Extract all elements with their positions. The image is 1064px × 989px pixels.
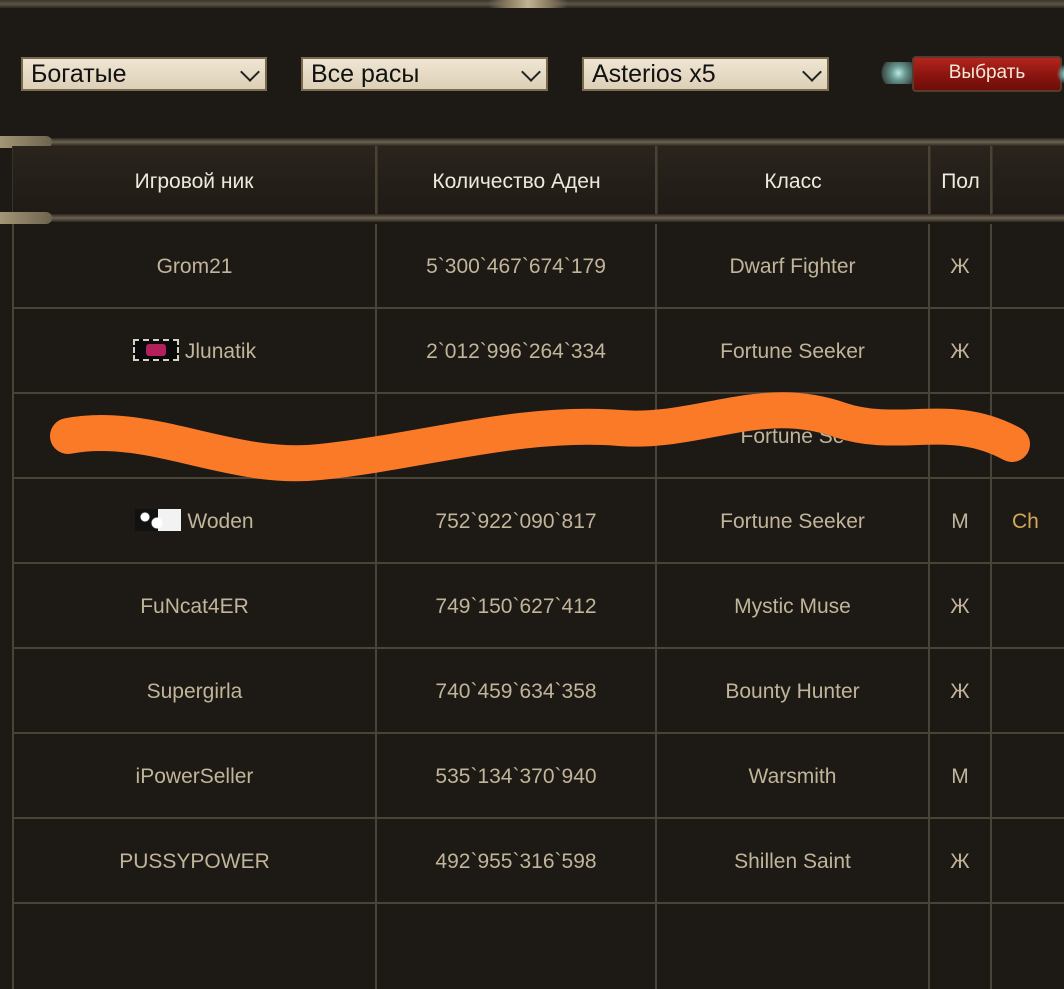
cell-gender xyxy=(930,394,992,479)
gem-ornament-icon xyxy=(878,62,912,84)
cell-gender: Ж xyxy=(930,819,992,904)
cell-extra xyxy=(992,734,1064,819)
cell-gender: М xyxy=(930,479,992,564)
cell-gender: М xyxy=(930,734,992,819)
column-header-gender[interactable]: Пол xyxy=(930,146,992,216)
cell-adena: 752`922`090`817 xyxy=(377,479,657,564)
cell-class: Shillen Saint xyxy=(657,819,930,904)
table-row: PUSSYPOWER 492`955`316`598 Shillen Saint… xyxy=(12,819,1064,904)
header-bottom-rail xyxy=(0,212,1064,224)
cell-gender: Ж xyxy=(930,224,992,309)
cell-nick[interactable]: Grom21 xyxy=(12,224,377,309)
cell-nick[interactable]: Woden xyxy=(12,479,377,564)
cell-adena: 2`012`996`264`334 xyxy=(377,309,657,394)
cell-adena: 492`955`316`598 xyxy=(377,819,657,904)
column-header-nick[interactable]: Игровой ник xyxy=(12,146,377,216)
cell-adena: 740`459`634`358 xyxy=(377,649,657,734)
nick-text: FuNcat4ER xyxy=(140,595,249,618)
header-top-rail xyxy=(0,136,1064,148)
cell-adena: 535`134`370`940 xyxy=(377,734,657,819)
cell-nick xyxy=(12,904,377,989)
submit-button-frame: Выбрать xyxy=(878,52,1064,94)
cell-nick[interactable]: Jlunatik xyxy=(12,309,377,394)
cell-extra xyxy=(992,564,1064,649)
table-row: FuNcat4ER 749`150`627`412 Mystic Muse Ж xyxy=(12,564,1064,649)
cell-extra xyxy=(992,819,1064,904)
cell-class: Warsmith xyxy=(657,734,930,819)
cell-adena: 5`300`467`674`179 xyxy=(377,224,657,309)
cell-nick[interactable]: PUSSYPOWER xyxy=(12,819,377,904)
table-row xyxy=(12,904,1064,989)
submit-button[interactable]: Выбрать xyxy=(912,56,1062,92)
cell-class: Bounty Hunter xyxy=(657,649,930,734)
nick-text: PUSSYPOWER xyxy=(119,850,270,873)
cell-nick[interactable] xyxy=(12,394,377,479)
chevron-down-icon xyxy=(521,62,541,82)
table-row: Woden 752`922`090`817 Fortune Seeker М C… xyxy=(12,479,1064,564)
column-header-extra xyxy=(992,146,1064,216)
table-header: Игровой ник Количество Аден Класс Пол xyxy=(12,146,1064,216)
cell-class: Mystic Muse xyxy=(657,564,930,649)
cell-gender: Ж xyxy=(930,309,992,394)
chevron-down-icon xyxy=(802,62,822,82)
cell-extra xyxy=(992,224,1064,309)
race-select-value: Все расы xyxy=(311,60,420,88)
table-row: Fortune Se xyxy=(12,394,1064,479)
cell-adena xyxy=(377,394,657,479)
cell-extra xyxy=(992,649,1064,734)
cell-nick[interactable]: iPowerSeller xyxy=(12,734,377,819)
cell-class: Dwarf Fighter xyxy=(657,224,930,309)
nick-text: Grom21 xyxy=(156,255,233,278)
category-select-value: Богатые xyxy=(31,60,127,88)
cell-gender xyxy=(930,904,992,989)
clan-crest-icon xyxy=(132,339,179,362)
cell-class: Fortune Seeker xyxy=(657,479,930,564)
column-header-class[interactable]: Класс xyxy=(657,146,930,216)
server-select[interactable]: Asterios x5 xyxy=(582,57,829,91)
chevron-down-icon xyxy=(240,62,260,82)
gem-ornament-icon xyxy=(1056,64,1064,84)
nick-text: iPowerSeller xyxy=(135,765,254,788)
clan-crest-icon xyxy=(135,509,182,532)
table-row: iPowerSeller 535`134`370`940 Warsmith М xyxy=(12,734,1064,819)
category-select[interactable]: Богатые xyxy=(21,57,267,91)
cell-extra xyxy=(992,309,1064,394)
nick-text: Woden xyxy=(187,510,254,533)
cell-class xyxy=(657,904,930,989)
cell-extra xyxy=(992,394,1064,479)
cell-adena xyxy=(377,904,657,989)
cell-class: Fortune Seeker xyxy=(657,309,930,394)
cell-adena: 749`150`627`412 xyxy=(377,564,657,649)
table-row: Jlunatik 2`012`996`264`334 Fortune Seeke… xyxy=(12,309,1064,394)
table-row: Supergirla 740`459`634`358 Bounty Hunter… xyxy=(12,649,1064,734)
cell-nick[interactable]: Supergirla xyxy=(12,649,377,734)
cell-class: Fortune Se xyxy=(657,394,930,479)
cell-gender: Ж xyxy=(930,564,992,649)
cell-extra xyxy=(992,904,1064,989)
cell-nick[interactable]: FuNcat4ER xyxy=(12,564,377,649)
server-select-value: Asterios x5 xyxy=(592,60,716,88)
cell-extra[interactable]: Ch xyxy=(992,479,1064,564)
cell-gender: Ж xyxy=(930,649,992,734)
filter-bar: Богатые Все расы Asterios x5 Выбрать xyxy=(0,8,1064,138)
column-header-adena[interactable]: Количество Аден xyxy=(377,146,657,216)
race-select[interactable]: Все расы xyxy=(301,57,548,91)
table-row: Grom21 5`300`467`674`179 Dwarf Fighter Ж xyxy=(12,224,1064,309)
nick-text: Supergirla xyxy=(146,680,243,703)
nick-text: Jlunatik xyxy=(184,340,257,363)
